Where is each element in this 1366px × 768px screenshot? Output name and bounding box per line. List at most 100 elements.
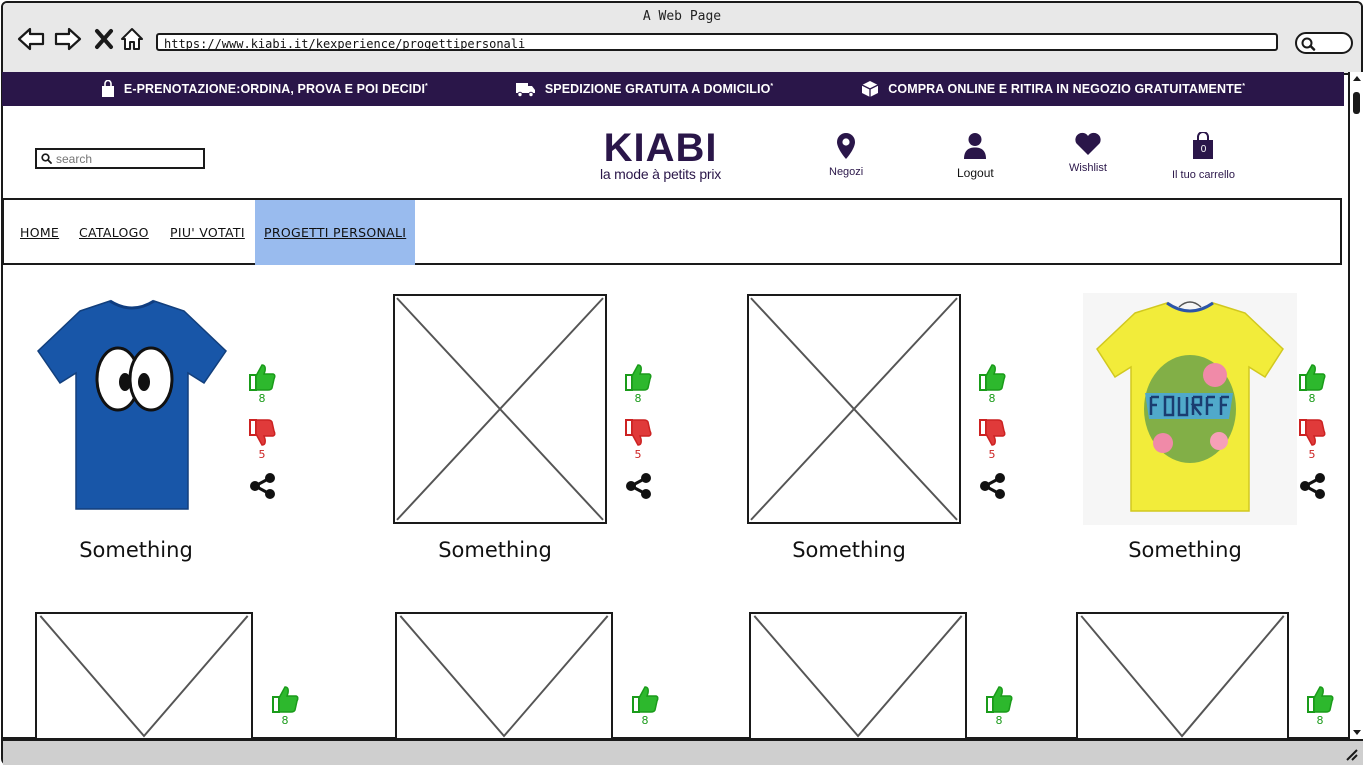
- like-count: 8: [258, 392, 266, 405]
- kiabi-logo[interactable]: KIABI la mode à petits prix: [600, 128, 722, 182]
- image-placeholder[interactable]: [395, 612, 613, 740]
- browser-search-box[interactable]: [1295, 32, 1353, 54]
- scroll-up-icon[interactable]: [1352, 74, 1362, 82]
- thumbs-up-icon: [1299, 364, 1326, 391]
- stop-x-icon[interactable]: [90, 25, 118, 53]
- dislike-button[interactable]: 5: [247, 418, 277, 460]
- dislike-button[interactable]: 5: [623, 418, 653, 460]
- product-title[interactable]: Something: [1085, 538, 1285, 562]
- dislike-count: 5: [1308, 448, 1316, 461]
- like-count: 8: [988, 392, 996, 405]
- vertical-scrollbar[interactable]: [1348, 72, 1364, 740]
- like-count: 8: [634, 392, 642, 405]
- share-icon[interactable]: [978, 472, 1008, 500]
- image-placeholder[interactable]: [749, 612, 967, 740]
- cart-count: 0: [1200, 144, 1207, 155]
- stores-label: Negozi: [829, 166, 864, 178]
- promo-item-spedizione[interactable]: SPEDIZIONE GRATUITA A DOMICILIO*: [515, 82, 773, 97]
- product-title[interactable]: Something: [36, 538, 236, 562]
- promo-item-prenotazione[interactable]: E-PRENOTAZIONE:ORDINA, PROVA E POI DECID…: [101, 80, 428, 98]
- share-icon[interactable]: [248, 472, 278, 500]
- thumbs-down-icon: [249, 419, 276, 446]
- dislike-count: 5: [634, 448, 642, 461]
- image-placeholder[interactable]: [35, 612, 253, 740]
- thumbs-up-icon: [986, 686, 1013, 713]
- product-image-blue-tshirt[interactable]: [28, 293, 236, 523]
- like-count: 8: [995, 714, 1003, 727]
- image-placeholder[interactable]: [1076, 612, 1289, 740]
- address-bar[interactable]: https://www.kiabi.it/kexperience/progett…: [156, 33, 1278, 51]
- window-title: A Web Page: [642, 9, 722, 24]
- shopping-bag-icon: [101, 80, 114, 97]
- logout-label: Logout: [957, 166, 994, 180]
- like-count: 8: [641, 714, 649, 727]
- box-icon: [861, 81, 879, 97]
- like-button[interactable]: 8: [1297, 362, 1327, 404]
- thumbs-up-icon: [272, 686, 299, 713]
- scroll-down-icon[interactable]: [1352, 729, 1362, 737]
- heart-icon: [1075, 132, 1101, 155]
- image-placeholder[interactable]: [747, 294, 961, 524]
- bottom-status-bar: [3, 739, 1363, 765]
- tab-progetti-personali[interactable]: PROGETTI PERSONALI: [255, 200, 416, 265]
- thumbs-down-icon: [1299, 419, 1326, 446]
- image-placeholder[interactable]: [393, 294, 607, 524]
- cart-icon-wrap: 0: [1191, 131, 1215, 163]
- resize-grip-icon[interactable]: [1345, 748, 1359, 762]
- thumbs-up-icon: [632, 686, 659, 713]
- dislike-count: 5: [258, 448, 266, 461]
- promo-asterisk: *: [1242, 82, 1246, 90]
- like-count: 8: [1308, 392, 1316, 405]
- promo-text-spedizione: SPEDIZIONE GRATUITA A DOMICILIO: [544, 82, 771, 96]
- thumbs-up-icon: [1307, 686, 1334, 713]
- cart-label: Il tuo carrello: [1172, 169, 1235, 181]
- promo-item-ritira[interactable]: COMPRA ONLINE E RITIRA IN NEGOZIO GRATUI…: [861, 80, 1245, 98]
- tab-home[interactable]: HOME: [20, 200, 59, 265]
- thumbs-up-icon: [625, 364, 652, 391]
- promo-asterisk: *: [425, 82, 428, 90]
- stores-link[interactable]: Negozi: [829, 132, 863, 178]
- truck-icon: [515, 82, 535, 97]
- thumbs-up-icon: [979, 364, 1006, 391]
- product-title[interactable]: Something: [749, 538, 949, 562]
- site-search-field[interactable]: [35, 148, 205, 169]
- magnifier-icon: [1301, 37, 1316, 51]
- browser-titlebar: A Web Page https://www.kiabi.it/kexperie…: [3, 3, 1361, 75]
- main-nav: HOME CATALOGO PIU' VOTATI PROGETTI PERSO…: [2, 198, 1342, 265]
- share-icon[interactable]: [1298, 472, 1328, 500]
- dislike-count: 5: [988, 448, 996, 461]
- thumbs-down-icon: [979, 419, 1006, 446]
- dislike-button[interactable]: 5: [1297, 418, 1327, 460]
- user-icon: [964, 133, 987, 159]
- like-button[interactable]: 8: [984, 684, 1014, 726]
- home-icon[interactable]: [118, 25, 146, 53]
- search-input[interactable]: [56, 151, 196, 166]
- like-count: 8: [281, 714, 289, 727]
- tab-piu-votati[interactable]: PIU' VOTATI: [170, 200, 245, 265]
- cart-link[interactable]: 0 Il tuo carrello: [1172, 131, 1235, 181]
- like-button[interactable]: 8: [1305, 684, 1335, 726]
- back-arrow-icon[interactable]: [17, 25, 45, 53]
- like-button[interactable]: 8: [630, 684, 660, 726]
- promo-text-ritira: COMPRA ONLINE E RITIRA IN NEGOZIO GRATUI…: [888, 82, 1243, 96]
- like-button[interactable]: 8: [623, 362, 653, 404]
- search-icon: [41, 153, 52, 164]
- product-image-yellow-tshirt[interactable]: [1083, 293, 1297, 525]
- logo-tagline: la mode à petits prix: [600, 166, 722, 182]
- thumbs-down-icon: [625, 419, 652, 446]
- product-title[interactable]: Something: [395, 538, 595, 562]
- share-icon[interactable]: [624, 472, 654, 500]
- wishlist-label: Wishlist: [1069, 162, 1107, 174]
- scroll-thumb[interactable]: [1353, 92, 1360, 114]
- wishlist-link[interactable]: Wishlist: [1069, 132, 1107, 174]
- promo-text-prenotazione: E-PRENOTAZIONE:ORDINA, PROVA E POI DECID…: [123, 82, 426, 96]
- tab-catalogo[interactable]: CATALOGO: [79, 200, 149, 265]
- logout-link[interactable]: Logout: [957, 132, 994, 180]
- forward-arrow-icon[interactable]: [54, 25, 82, 53]
- dislike-button[interactable]: 5: [977, 418, 1007, 460]
- map-pin-icon: [837, 133, 856, 159]
- like-button[interactable]: 8: [247, 362, 277, 404]
- like-button[interactable]: 8: [977, 362, 1007, 404]
- thumbs-up-icon: [249, 364, 276, 391]
- like-button[interactable]: 8: [270, 684, 300, 726]
